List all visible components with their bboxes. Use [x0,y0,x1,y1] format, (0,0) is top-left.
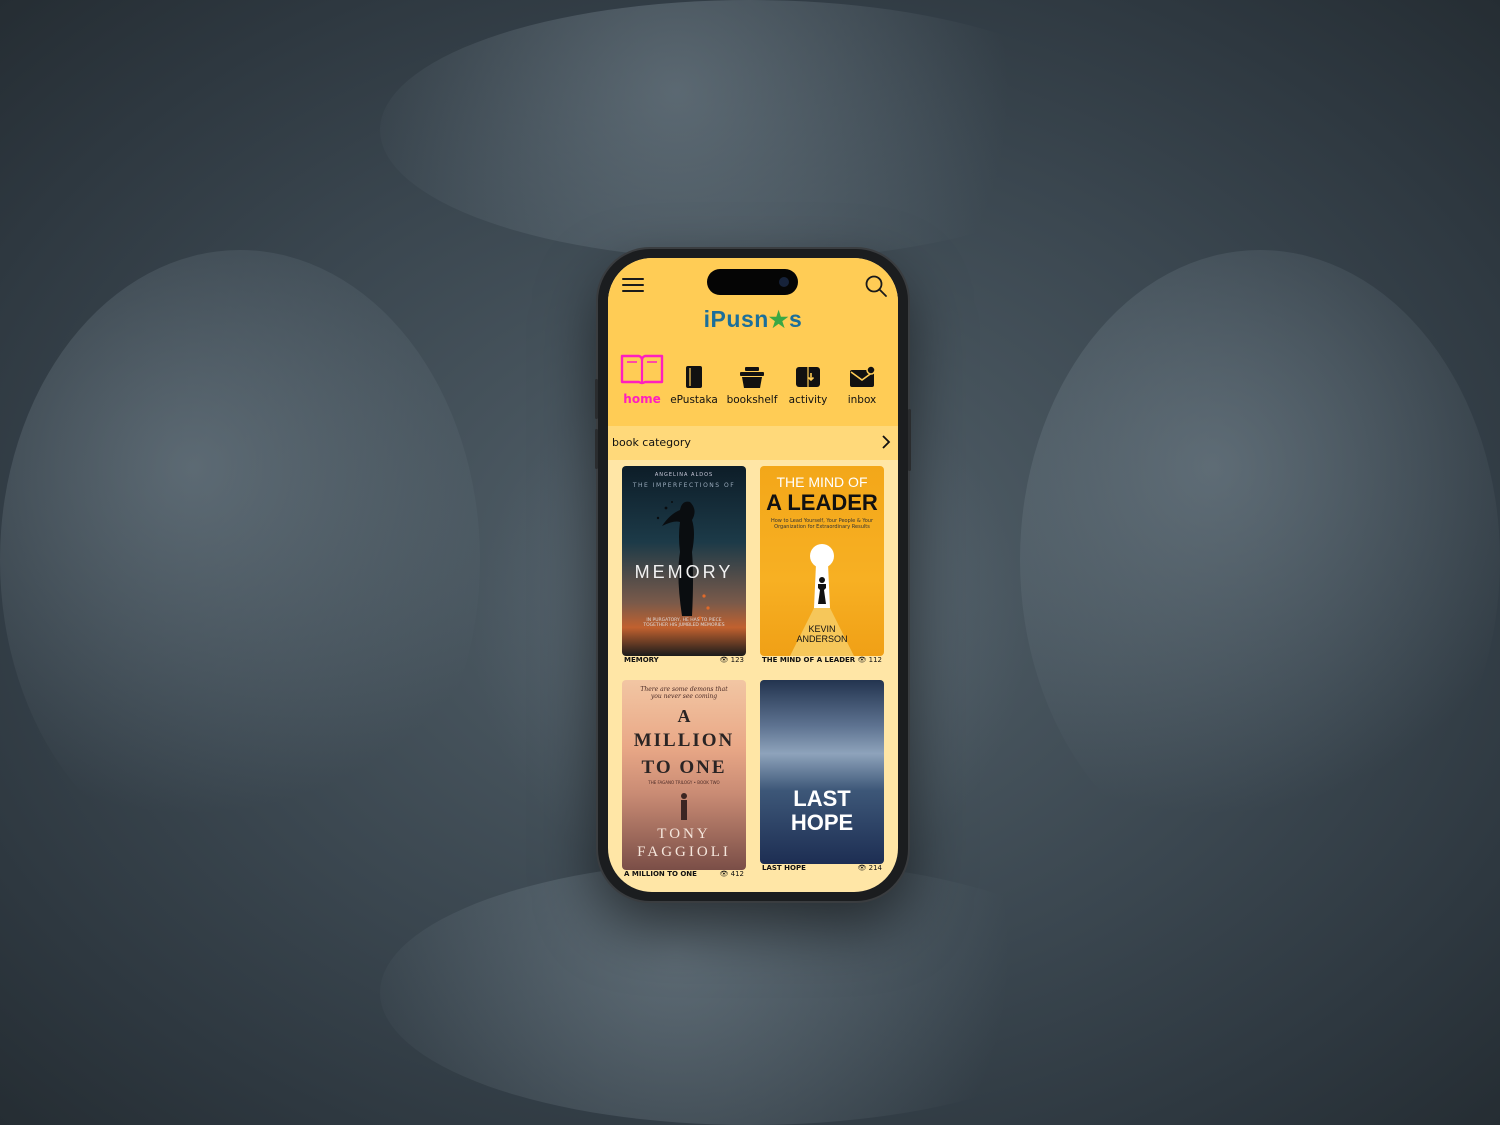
cover-title: LAST [793,786,851,811]
nav-bookshelf[interactable]: bookshelf [724,364,780,406]
chevron-right-icon [882,435,891,449]
book-cover: LAST HOPE [760,680,884,864]
nav-epustaka-label: ePustaka [670,394,718,406]
cover-title: THE MIND OF [776,474,868,490]
star-icon: ★ [768,307,790,332]
nav-activity[interactable]: activity [780,364,836,406]
figure-silhouette [681,793,687,820]
open-book-icon [620,354,664,385]
phone-frame: iPusn★s home ePustaka bookshelf activity… [595,249,911,901]
cover-title: A [677,706,691,726]
cover-author: FAGGIOLI [637,844,731,860]
cover-tagline: IN PURGATORY, HE HAS TO PIECE TOGETHER H… [643,618,725,628]
volume-button [595,429,598,469]
nav-activity-label: activity [788,394,828,406]
background-texture [380,0,1120,260]
cover-author: KEVIN [808,624,836,634]
book-download-icon [796,367,820,387]
dynamic-island [707,269,798,295]
cover-author: TONY [657,826,711,842]
view-count: 👁 112 [857,656,883,664]
cover-title: MILLION [633,730,735,751]
book-cover: ANGELINA ALDOS THE IMPERFECTIONS OF MEMO… [622,466,746,656]
book-cover: THE MIND OF A LEADER How to Lead Yoursel… [760,466,884,656]
cover-title: A LEADER [766,490,878,515]
app-logo: iPusn★s [703,306,803,332]
nav-inbox[interactable]: inbox [834,364,890,406]
woman-silhouette [656,501,710,620]
cover-series: THE FAGANO TRILOGY • BOOK TWO [648,780,720,785]
nav-epustaka[interactable]: ePustaka [666,364,722,406]
main-nav: home ePustaka bookshelf activity inbox [608,350,898,422]
cover-subtitle: How to Lead Yourself, Your People & Your… [770,518,874,530]
view-count: 👁 214 [857,864,883,872]
background-texture [1020,250,1500,870]
view-count: 👁 412 [719,870,745,878]
cover-title: TO ONE [641,757,727,778]
menu-icon[interactable] [622,278,644,294]
nav-inbox-label: inbox [847,394,877,406]
mail-icon [850,365,876,387]
cover-author: ANGELINA ALDOS [654,472,714,478]
search-icon[interactable] [864,274,888,298]
volume-button [595,379,598,419]
app-screen: iPusn★s home ePustaka bookshelf activity… [608,258,898,892]
power-button [908,409,911,471]
cover-tagline: There are some demons that you never see… [640,686,728,700]
cover-title: MEMORY [634,562,734,582]
cover-subtitle: THE IMPERFECTIONS OF [632,482,736,489]
book-cover: There are some demons that you never see… [622,680,746,870]
basket-icon [740,367,764,388]
cover-author: ANDERSON [796,634,848,644]
book-icon [686,366,702,388]
cover-title: HOPE [790,810,854,835]
background-texture [0,250,480,870]
book-category-bar[interactable]: book category [608,426,898,460]
view-count: 👁 123 [719,656,745,664]
nav-home-label: home [623,392,661,406]
nav-bookshelf-label: bookshelf [726,394,778,406]
nav-home[interactable]: home [614,350,670,406]
book-category-label: book category [612,436,691,449]
